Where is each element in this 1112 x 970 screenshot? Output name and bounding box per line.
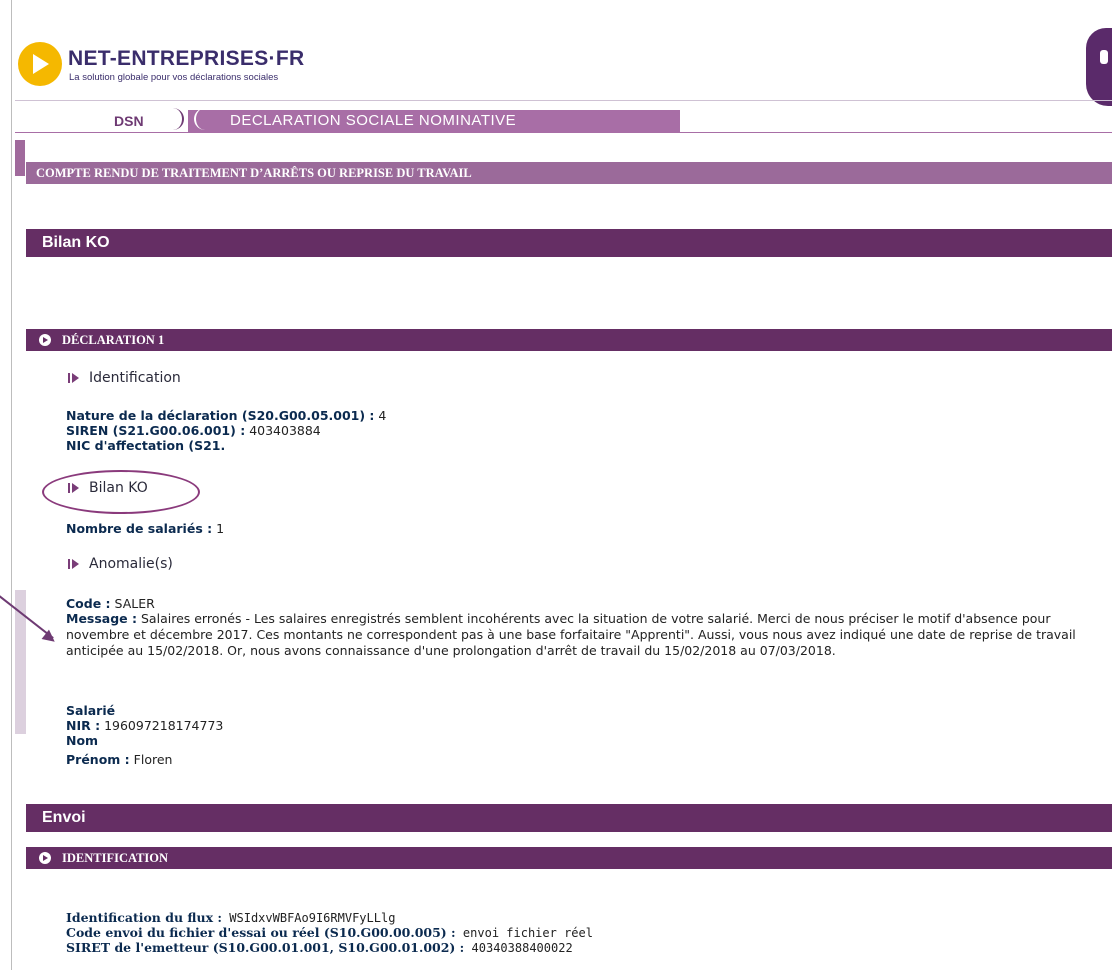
nb-salaries-key: Nombre de salariés : xyxy=(66,521,213,536)
siret-value: 40340388400022 xyxy=(471,941,573,955)
bar-icon xyxy=(68,559,70,569)
nature-row: Nature de la déclaration (S20.G00.05.001… xyxy=(66,408,386,423)
tab-separator-right xyxy=(194,108,210,130)
flux-row: Identification du flux : WSIdxvWBFAo9I6R… xyxy=(66,910,395,926)
redaction xyxy=(226,446,426,456)
envoi-identification-title: IDENTIFICATION xyxy=(62,851,169,865)
message-block: Message : Salaires erronés - Les salaire… xyxy=(66,611,1096,659)
salarie-heading: Salarié xyxy=(66,703,116,718)
code-key: Code : xyxy=(66,596,111,611)
left-accent xyxy=(15,140,25,176)
brand-name[interactable]: NET-ENTREPRISES·FR xyxy=(68,47,304,71)
triangle-right-icon xyxy=(72,373,79,383)
envoi-identification-header[interactable]: IDENTIFICATION xyxy=(26,847,1112,869)
mascot-eye xyxy=(1100,50,1108,64)
flux-key: Identification du flux : xyxy=(66,910,223,925)
nic-row: NIC d'affectation (S21. xyxy=(66,438,225,453)
nom-row: Nom xyxy=(66,733,98,748)
message-text: Salaires erronés - Les salaires enregist… xyxy=(66,611,1076,658)
tab-dsn[interactable] xyxy=(15,110,185,132)
bilan-label: Bilan KO xyxy=(89,480,148,496)
siren-value: 403403884 xyxy=(249,423,321,438)
left-border xyxy=(11,0,12,970)
play-icon xyxy=(33,54,49,74)
nir-key: NIR : xyxy=(66,718,101,733)
triangle-right-icon xyxy=(72,559,79,569)
bar-icon xyxy=(68,483,70,493)
siren-row: SIREN (S21.G00.06.001) : 403403884 xyxy=(66,423,321,438)
code-envoi-value: envoi fichier réel xyxy=(462,926,593,940)
siret-row: SIRET de l'emetteur (S10.G00.01.001, S10… xyxy=(66,940,573,956)
code-envoi-key: Code envoi du fichier d'essai ou réel (S… xyxy=(66,925,456,940)
declaration-header[interactable]: DÉCLARATION 1 xyxy=(26,329,1112,351)
prenom-row: Prénom : Floren xyxy=(66,752,172,767)
code-value: SALER xyxy=(114,596,155,611)
nb-salaries-row: Nombre de salariés : 1 xyxy=(66,521,224,536)
nature-key: Nature de la déclaration (S20.G00.05.001… xyxy=(66,408,375,423)
nb-salaries-value: 1 xyxy=(216,521,225,536)
nic-key: NIC d'affectation (S21. xyxy=(66,438,226,453)
tab-declaration-label[interactable]: DECLARATION SOCIALE NOMINATIVE xyxy=(230,112,516,129)
message-key: Message : xyxy=(66,611,138,626)
expand-circle-icon[interactable] xyxy=(39,334,51,346)
nom-key: Nom xyxy=(66,733,99,748)
prenom-value: Floren xyxy=(133,752,173,767)
bilan-heading: Bilan KO xyxy=(26,229,1112,257)
nature-value: 4 xyxy=(378,408,387,423)
subsection-identification[interactable]: Identification xyxy=(68,370,181,386)
declaration-title: DÉCLARATION 1 xyxy=(62,333,165,347)
siret-key: SIRET de l'emetteur (S10.G00.01.001, S10… xyxy=(66,940,465,955)
flux-value: WSIdxvWBFAo9I6RMVFyLLlg xyxy=(229,911,396,925)
envoi-heading: Envoi xyxy=(26,804,1112,832)
subsection-bilan[interactable]: Bilan KO xyxy=(68,480,148,496)
salarie-label: Salarié xyxy=(66,703,115,718)
brand-tagline: La solution globale pour vos déclaration… xyxy=(69,72,279,83)
nav-divider xyxy=(15,132,1112,133)
expand-circle-icon[interactable] xyxy=(39,852,51,864)
siren-key: SIREN (S21.G00.06.001) : xyxy=(66,423,246,438)
tab-dsn-label[interactable]: DSN xyxy=(114,113,144,129)
prenom-key: Prénom : xyxy=(66,752,130,767)
code-row: Code : SALER xyxy=(66,596,155,611)
page-title: COMPTE RENDU DE TRAITEMENT D’ARRÊTS OU R… xyxy=(26,162,1112,184)
subsection-anomalies[interactable]: Anomalie(s) xyxy=(68,556,173,572)
triangle-right-icon xyxy=(72,483,79,493)
bar-icon xyxy=(68,373,70,383)
redaction xyxy=(104,736,284,744)
identification-label: Identification xyxy=(89,370,181,386)
code-envoi-row: Code envoi du fichier d'essai ou réel (S… xyxy=(66,925,593,941)
nir-value: 196097218174773 xyxy=(104,718,224,733)
anomalies-label: Anomalie(s) xyxy=(89,556,173,572)
mascot-icon xyxy=(1086,28,1112,106)
nir-row: NIR : 196097218174773 xyxy=(66,718,223,733)
header-divider xyxy=(15,100,1112,101)
